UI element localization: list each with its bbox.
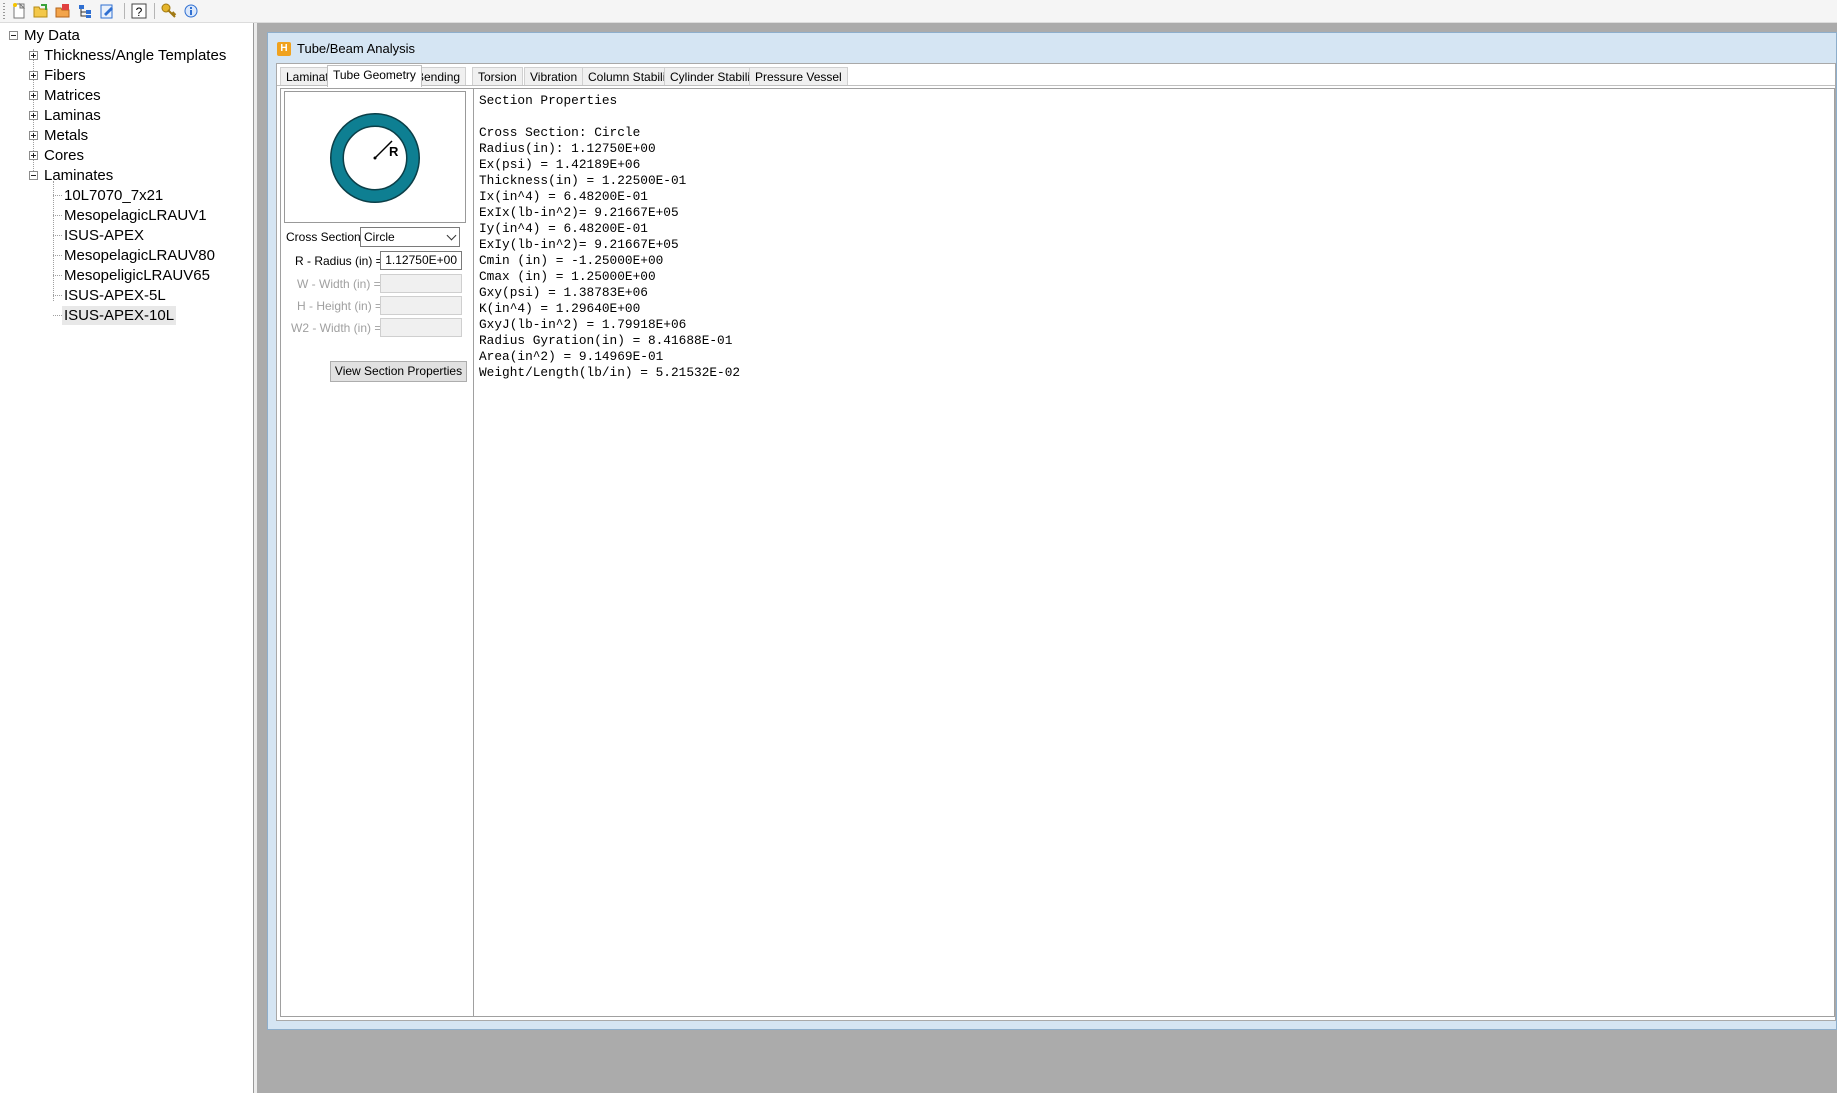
laminate-item[interactable]: ISUS-APEX-5L (64, 286, 166, 305)
width-input[interactable] (380, 274, 462, 293)
height-label: H - Height (in) = (297, 299, 383, 313)
laminate-item[interactable]: MesopeligicLRAUV65 (64, 266, 210, 285)
tree-item-cores[interactable]: Cores (44, 146, 84, 165)
tree-item-fibers[interactable]: Fibers (44, 66, 86, 85)
info-icon[interactable] (182, 2, 200, 20)
new-file-icon[interactable] (10, 2, 28, 20)
open-recent-icon[interactable] (54, 2, 72, 20)
app-icon: H (277, 42, 291, 56)
cross-section-select[interactable]: Circle (360, 227, 460, 247)
main-toolbar: ? (0, 0, 1837, 23)
collapse-icon[interactable] (9, 31, 18, 40)
output-line: Section Properties (479, 93, 618, 108)
expand-icon[interactable] (29, 51, 38, 60)
key-icon[interactable] (160, 2, 178, 20)
tab-pressure-vessel[interactable]: Pressure Vessel (749, 67, 848, 86)
output-line: Cmax (in) = 1.25000E+00 (479, 269, 656, 284)
section-properties-output[interactable]: Section Properties Cross Section: Circle R… (473, 89, 1834, 1016)
laminate-item[interactable]: MesopelagicLRAUV80 (64, 246, 215, 265)
radius-input[interactable]: 1.12750E+00 (380, 251, 462, 270)
cross-section-value: Circle (364, 230, 395, 244)
tree-item-laminates[interactable]: Laminates (44, 166, 113, 185)
panel-splitter[interactable] (254, 23, 257, 1093)
expand-icon[interactable] (29, 111, 38, 120)
output-line: Radius Gyration(in) = 8.41688E-01 (479, 333, 733, 348)
chevron-down-icon (446, 230, 457, 241)
height-input[interactable] (380, 296, 462, 315)
output-line: Cmin (in) = -1.25000E+00 (479, 253, 664, 268)
window-title-bar[interactable]: H Tube/Beam Analysis (268, 33, 1836, 63)
output-line: Thickness(in) = 1.22500E-01 (479, 173, 687, 188)
output-line: GxyJ(lb-in^2) = 1.79918E+06 (479, 317, 687, 332)
tab-vibration[interactable]: Vibration (524, 67, 584, 86)
output-line: Area(in^2) = 9.14969E-01 (479, 349, 664, 364)
output-line: K(in^4) = 1.29640E+00 (479, 301, 641, 316)
output-line: Ix(in^4) = 6.48200E-01 (479, 189, 648, 204)
laminate-item-selected[interactable]: ISUS-APEX-10L (62, 306, 177, 325)
tree-item-laminas[interactable]: Laminas (44, 106, 101, 125)
help-icon[interactable]: ? (130, 2, 148, 20)
toolbar-grip[interactable] (3, 3, 5, 19)
laminate-item[interactable]: MesopelagicLRAUV1 (64, 206, 207, 225)
expand-icon[interactable] (29, 71, 38, 80)
output-line: Gxy(psi) = 1.38783E+06 (479, 285, 648, 300)
data-tree-panel: My Data Thickness/Angle Templates Fibers… (0, 23, 254, 1093)
tree-item-thickness-templates[interactable]: Thickness/Angle Templates (44, 46, 226, 65)
window-title: Tube/Beam Analysis (297, 41, 416, 56)
output-line: Radius(in): 1.12750E+00 (479, 141, 656, 156)
output-line: Weight/Length(lb/in) = 5.21532E-02 (479, 365, 741, 380)
tab-tube-geometry[interactable]: Tube Geometry (327, 65, 422, 87)
edit-document-icon[interactable] (98, 2, 116, 20)
tab-torsion[interactable]: Torsion (472, 67, 523, 86)
output-line: ExIx(lb-in^2)= 9.21667E+05 (479, 205, 679, 220)
output-line: Cross Section: Circle (479, 125, 641, 140)
output-line: Iy(in^4) = 6.48200E-01 (479, 221, 648, 236)
tree-item-metals[interactable]: Metals (44, 126, 88, 145)
radius-symbol: R (389, 144, 399, 159)
view-section-properties-button[interactable]: View Section Properties (330, 361, 467, 382)
expand-icon[interactable] (29, 131, 38, 140)
output-line: ExIy(lb-in^2)= 9.21667E+05 (479, 237, 679, 252)
expand-icon[interactable] (29, 91, 38, 100)
width-label: W - Width (in) = (297, 277, 381, 291)
tube-geometry-page: R Cross Section Circle R - Radius (in) =… (280, 88, 1835, 1017)
cross-section-diagram: R (284, 91, 466, 223)
tree-root-my-data[interactable]: My Data (24, 26, 80, 45)
w2-width-input[interactable] (380, 318, 462, 337)
tube-beam-analysis-window: H Tube/Beam Analysis Laminate Tube Geome… (267, 32, 1837, 1030)
cross-section-label: Cross Section (286, 230, 361, 244)
expand-icon[interactable] (29, 151, 38, 160)
circle-section-icon: R (330, 113, 420, 203)
svg-text:?: ? (136, 5, 143, 19)
radius-label: R - Radius (in) = (295, 254, 383, 268)
output-line: Ex(psi) = 1.42189E+06 (479, 157, 641, 172)
collapse-icon[interactable] (29, 171, 38, 180)
open-folder-icon[interactable] (32, 2, 50, 20)
w2-width-label: W2 - Width (in) = (291, 321, 382, 335)
window-client-area: Laminate Tube Geometry Bending Torsion V… (276, 63, 1836, 1021)
laminate-item[interactable]: 10L7070_7x21 (64, 186, 163, 205)
laminate-item[interactable]: ISUS-APEX (64, 226, 144, 245)
mdi-background (257, 1032, 1837, 1093)
tree-item-matrices[interactable]: Matrices (44, 86, 101, 105)
hierarchy-icon[interactable] (76, 2, 94, 20)
